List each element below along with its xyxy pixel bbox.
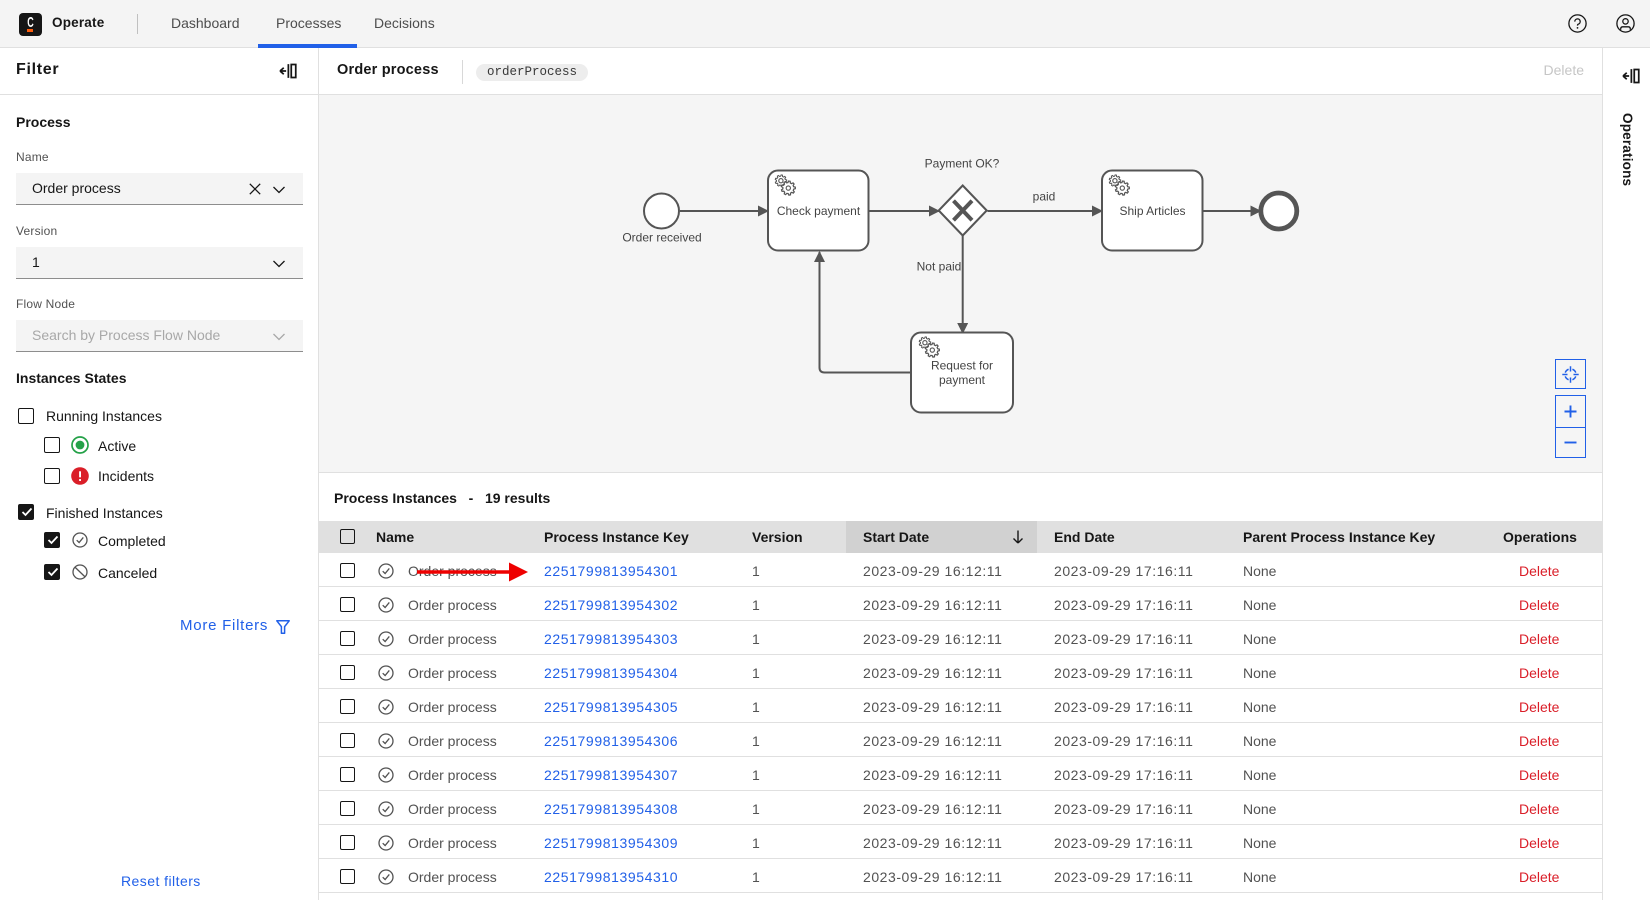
svg-text:paid: paid	[1033, 190, 1056, 204]
svg-text:Request for: Request for	[931, 359, 993, 373]
svg-text:Check payment: Check payment	[777, 204, 861, 218]
svg-text:Order received: Order received	[622, 231, 701, 245]
svg-text:Payment OK?: Payment OK?	[925, 157, 1000, 171]
svg-text:Not paid: Not paid	[917, 260, 962, 274]
svg-text:Ship Articles: Ship Articles	[1119, 204, 1185, 218]
svg-text:payment: payment	[939, 373, 986, 387]
